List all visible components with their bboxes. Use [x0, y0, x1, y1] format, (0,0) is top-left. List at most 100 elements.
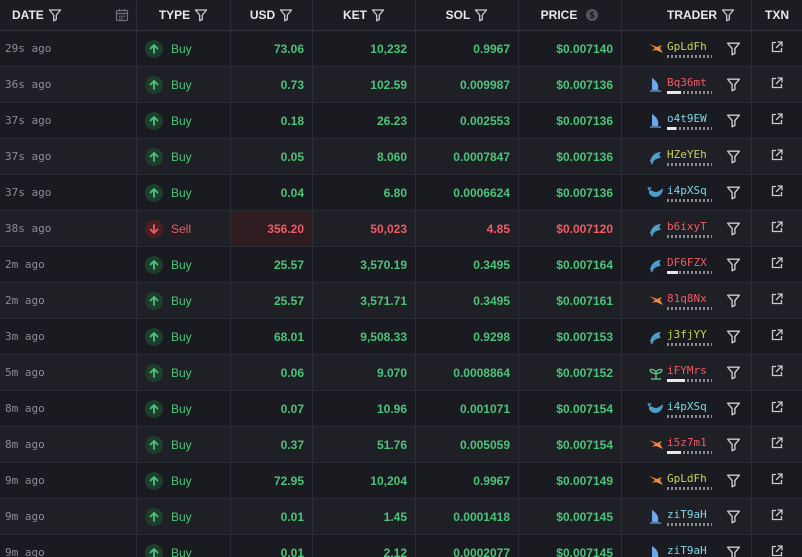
- filter-trader-icon[interactable]: [726, 185, 741, 200]
- trader-link[interactable]: i5z7m1: [647, 436, 712, 454]
- external-link-icon[interactable]: [770, 76, 784, 93]
- header-txn-label: TXN: [765, 8, 789, 22]
- trader-holding-bar: [667, 486, 712, 490]
- table-row[interactable]: 9m ago Buy 72.95 10,204 0.9967 $0.007149…: [0, 463, 802, 499]
- trade-sol-value: 0.0006624: [453, 185, 510, 200]
- filter-trader-icon[interactable]: [726, 77, 741, 92]
- filter-trader-icon[interactable]: [726, 509, 741, 524]
- external-link-icon[interactable]: [770, 436, 784, 453]
- table-row[interactable]: 8m ago Buy 0.07 10.96 0.001071 $0.007154…: [0, 391, 802, 427]
- trader-link[interactable]: i4pXSq: [647, 184, 712, 202]
- external-link-icon[interactable]: [770, 256, 784, 273]
- trader-link[interactable]: b6ixyT: [647, 220, 712, 238]
- header-trader[interactable]: TRADER: [622, 0, 752, 30]
- table-row[interactable]: 38s ago Sell 356.20 50,023 4.85 $0.00712…: [0, 211, 802, 247]
- external-link-icon[interactable]: [770, 292, 784, 309]
- trade-ket-value: 10.96: [376, 401, 407, 416]
- trader-link[interactable]: o4t9EW: [647, 112, 712, 130]
- trade-usd-value: 0.06: [280, 365, 304, 380]
- header-price[interactable]: PRICE $: [519, 0, 622, 30]
- trade-type-label: Buy: [171, 41, 192, 56]
- header-sol[interactable]: SOL: [416, 0, 519, 30]
- trade-type-label: Buy: [171, 293, 192, 308]
- filter-icon[interactable]: [279, 8, 293, 22]
- trader-link[interactable]: HZeYEh: [647, 148, 712, 166]
- trader-name: j3fjYY: [667, 327, 707, 341]
- trade-sol: 4.85: [416, 211, 519, 246]
- filter-trader-icon[interactable]: [726, 41, 741, 56]
- header-usd[interactable]: USD: [231, 0, 313, 30]
- currency-toggle-icon[interactable]: $: [585, 8, 599, 22]
- trade-usd-value: 0.04: [280, 185, 304, 200]
- filter-trader-icon[interactable]: [726, 545, 741, 557]
- table-row[interactable]: 2m ago Buy 25.57 3,571.71 0.3495 $0.0071…: [0, 283, 802, 319]
- sail-icon: [647, 76, 665, 94]
- trader-info: ziT9aH: [667, 508, 712, 526]
- table-row[interactable]: 5m ago Buy 0.06 9.070 0.0008864 $0.00715…: [0, 355, 802, 391]
- trader-link[interactable]: j3fjYY: [647, 328, 712, 346]
- filter-trader-icon[interactable]: [726, 221, 741, 236]
- trade-type: Buy: [137, 67, 231, 102]
- filter-trader-icon[interactable]: [726, 257, 741, 272]
- trader-name: GpLdFh: [667, 471, 707, 485]
- filter-trader-icon[interactable]: [726, 401, 741, 416]
- external-link-icon[interactable]: [770, 220, 784, 237]
- trade-price-value: $0.007136: [556, 149, 613, 164]
- filter-trader-icon[interactable]: [726, 329, 741, 344]
- trade-price: $0.007154: [519, 427, 622, 462]
- trader-holding-bar: [667, 126, 712, 130]
- trader-link[interactable]: iFYMrs: [647, 364, 712, 382]
- external-link-icon[interactable]: [770, 508, 784, 525]
- table-row[interactable]: 37s ago Buy 0.04 6.80 0.0006624 $0.00713…: [0, 175, 802, 211]
- external-link-icon[interactable]: [770, 40, 784, 57]
- table-row[interactable]: 3m ago Buy 68.01 9,508.33 0.9298 $0.0071…: [0, 319, 802, 355]
- header-date[interactable]: DATE: [0, 0, 137, 30]
- trader-link[interactable]: Bq36mt: [647, 76, 712, 94]
- trade-type-label: Buy: [171, 401, 192, 416]
- filter-icon[interactable]: [721, 8, 735, 22]
- table-row[interactable]: 9m ago Buy 0.01 2.12 0.0002077 $0.007145…: [0, 535, 802, 557]
- external-link-icon[interactable]: [770, 400, 784, 417]
- trader-link[interactable]: DF6FZX: [647, 256, 712, 274]
- calendar-icon[interactable]: [115, 8, 129, 25]
- header-type[interactable]: TYPE: [137, 0, 231, 30]
- filter-icon[interactable]: [371, 8, 385, 22]
- filter-trader-icon[interactable]: [726, 365, 741, 380]
- external-link-icon[interactable]: [770, 472, 784, 489]
- filter-trader-icon[interactable]: [726, 113, 741, 128]
- table-row[interactable]: 9m ago Buy 0.01 1.45 0.0001418 $0.007145…: [0, 499, 802, 535]
- trader-link[interactable]: i4pXSq: [647, 400, 712, 418]
- table-row[interactable]: 8m ago Buy 0.37 51.76 0.005059 $0.007154…: [0, 427, 802, 463]
- filter-trader-icon[interactable]: [726, 437, 741, 452]
- header-ket[interactable]: KET: [313, 0, 416, 30]
- trader-link[interactable]: ziT9aH: [647, 508, 712, 526]
- external-link-icon[interactable]: [770, 184, 784, 201]
- filter-icon[interactable]: [194, 8, 208, 22]
- table-row[interactable]: 2m ago Buy 25.57 3,570.19 0.3495 $0.0071…: [0, 247, 802, 283]
- filter-trader-icon[interactable]: [726, 149, 741, 164]
- trader-link[interactable]: 81q8Nx: [647, 292, 712, 310]
- external-link-icon[interactable]: [770, 112, 784, 129]
- trader-link[interactable]: GpLdFh: [647, 472, 712, 490]
- trade-price: $0.007154: [519, 391, 622, 426]
- trader-link[interactable]: GpLdFh: [647, 40, 712, 58]
- arrow-up-icon: [145, 543, 163, 557]
- arrow-down-icon: [145, 219, 163, 238]
- filter-icon[interactable]: [48, 8, 62, 22]
- trader-link[interactable]: ziT9aH: [647, 544, 712, 557]
- external-link-icon[interactable]: [770, 148, 784, 165]
- trade-trader: o4t9EW: [622, 103, 752, 138]
- table-row[interactable]: 37s ago Buy 0.18 26.23 0.002553 $0.00713…: [0, 103, 802, 139]
- trader-info: j3fjYY: [667, 328, 712, 346]
- trade-price: $0.007161: [519, 283, 622, 318]
- external-link-icon[interactable]: [770, 328, 784, 345]
- table-row[interactable]: 36s ago Buy 0.73 102.59 0.009987 $0.0071…: [0, 67, 802, 103]
- filter-trader-icon[interactable]: [726, 293, 741, 308]
- table-row[interactable]: 37s ago Buy 0.05 8.060 0.0007847 $0.0071…: [0, 139, 802, 175]
- external-link-icon[interactable]: [770, 544, 784, 557]
- header-sol-label: SOL: [445, 8, 471, 22]
- table-row[interactable]: 29s ago Buy 73.06 10,232 0.9967 $0.00714…: [0, 31, 802, 67]
- filter-icon[interactable]: [474, 8, 488, 22]
- external-link-icon[interactable]: [770, 364, 784, 381]
- filter-trader-icon[interactable]: [726, 473, 741, 488]
